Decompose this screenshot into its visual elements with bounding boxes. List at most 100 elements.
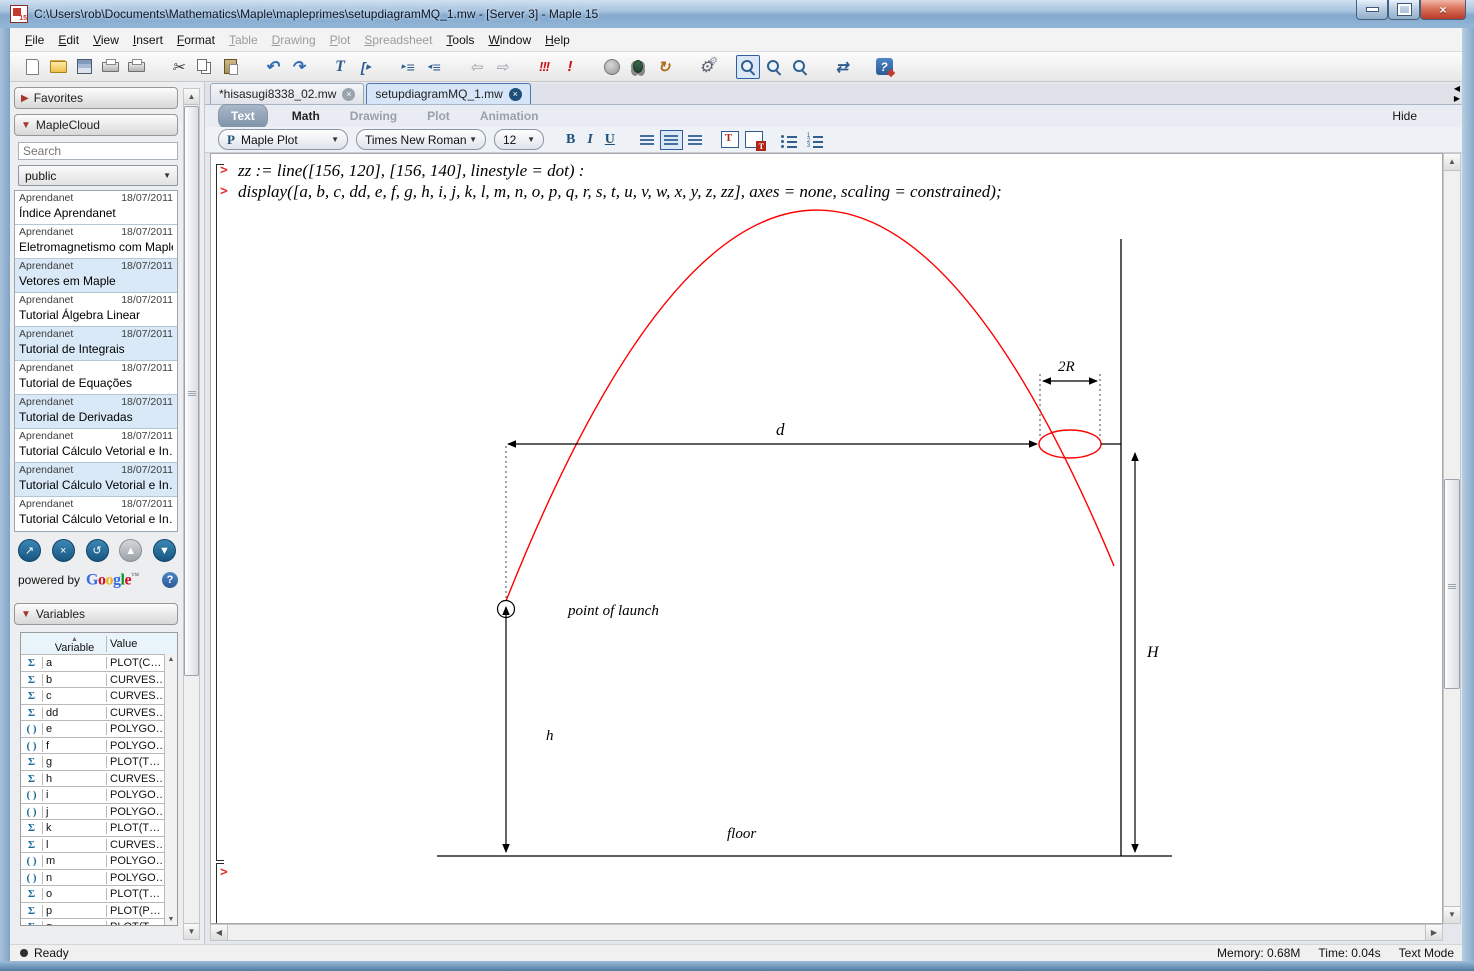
insert-math-button[interactable] bbox=[354, 55, 378, 79]
variable-row[interactable]: ΣcCURVES… bbox=[21, 688, 177, 705]
zoom-100-button[interactable] bbox=[736, 55, 760, 79]
align-right-button[interactable] bbox=[685, 131, 706, 149]
refresh-button[interactable]: ↺ bbox=[86, 539, 109, 562]
forward-button[interactable] bbox=[490, 55, 514, 79]
save-button[interactable] bbox=[72, 55, 96, 79]
font-color-button[interactable] bbox=[721, 131, 739, 148]
zoom-in-button[interactable] bbox=[762, 55, 786, 79]
menu-file[interactable]: File bbox=[18, 30, 51, 50]
highlight-color-button[interactable] bbox=[745, 131, 763, 148]
variable-row[interactable]: ΣddCURVES… bbox=[21, 705, 177, 722]
variable-row[interactable]: ( )nPOLYGO… bbox=[21, 870, 177, 887]
execute-button[interactable] bbox=[558, 55, 582, 79]
close-tab-icon[interactable]: × bbox=[342, 88, 355, 101]
close-tab-icon[interactable]: × bbox=[509, 88, 522, 101]
menu-edit[interactable]: Edit bbox=[51, 30, 86, 50]
undo-button[interactable] bbox=[260, 55, 284, 79]
copy-button[interactable] bbox=[192, 55, 216, 79]
restart-button[interactable] bbox=[652, 55, 676, 79]
upload-button[interactable]: ↗ bbox=[18, 539, 41, 562]
mode-text[interactable]: Text bbox=[218, 104, 268, 129]
menu-view[interactable]: View bbox=[86, 30, 126, 50]
variable-row[interactable]: ( )iPOLYGO… bbox=[21, 787, 177, 804]
bold-button[interactable]: B bbox=[566, 132, 575, 148]
list-item[interactable]: Aprendanet18/07/2011Índice Aprendanet bbox=[15, 191, 177, 225]
menu-tools[interactable]: Tools bbox=[439, 30, 481, 50]
list-item[interactable]: Aprendanet18/07/2011Tutorial Cálculo Vet… bbox=[15, 463, 177, 497]
variable-row[interactable]: ΣlCURVES… bbox=[21, 837, 177, 854]
list-item[interactable]: Aprendanet18/07/2011Eletromagnetismo com… bbox=[15, 225, 177, 259]
tab-scroll-arrows[interactable]: ◀▶ bbox=[1454, 84, 1460, 104]
back-button[interactable] bbox=[464, 55, 488, 79]
size-dropdown[interactable]: 12 ▼ bbox=[494, 129, 544, 150]
sidebar-scrollbar[interactable]: ▲ ▼ bbox=[183, 88, 200, 940]
align-left-button[interactable] bbox=[637, 131, 658, 149]
list-item[interactable]: Aprendanet18/07/2011Vetores em Maple bbox=[15, 259, 177, 293]
print-preview-button[interactable] bbox=[124, 55, 148, 79]
font-dropdown[interactable]: Times New Roman ▼ bbox=[356, 129, 486, 150]
close-button[interactable]: × bbox=[1420, 0, 1466, 20]
scroll-up-icon[interactable]: ▲ bbox=[184, 89, 199, 105]
variable-row[interactable]: ΣkPLOT(T… bbox=[21, 820, 177, 837]
worksheet-vertical-scrollbar[interactable]: ▲ ▼ bbox=[1443, 153, 1461, 924]
variable-row[interactable]: ( )mPOLYGO… bbox=[21, 853, 177, 870]
redo-button[interactable] bbox=[286, 55, 310, 79]
scroll-up-icon[interactable]: ▲ bbox=[1444, 154, 1460, 171]
variable-row[interactable]: ΣgPLOT(T… bbox=[21, 754, 177, 771]
scroll-down-button[interactable]: ▼ bbox=[153, 539, 176, 562]
variable-row[interactable]: ( )jPOLYGO… bbox=[21, 804, 177, 821]
italic-button[interactable]: I bbox=[587, 132, 592, 148]
variable-row[interactable]: ΣpPLOT(P… bbox=[21, 903, 177, 920]
style-dropdown[interactable]: P Maple Plot ▼ bbox=[218, 129, 348, 150]
variable-row[interactable]: ( )fPOLYGO… bbox=[21, 738, 177, 755]
execute-all-button[interactable] bbox=[532, 55, 556, 79]
variable-row[interactable]: ΣoPLOT(T… bbox=[21, 886, 177, 903]
cut-button[interactable] bbox=[166, 55, 190, 79]
new-document-button[interactable] bbox=[20, 55, 44, 79]
scroll-down-icon[interactable]: ▼ bbox=[1444, 906, 1460, 923]
mode-math[interactable]: Math bbox=[292, 109, 320, 123]
list-item[interactable]: Aprendanet18/07/2011Tutorial Álgebra Lin… bbox=[15, 293, 177, 327]
worksheet-horizontal-scrollbar[interactable]: ◀ ▶ bbox=[210, 924, 1443, 941]
bullet-list-button[interactable] bbox=[780, 133, 798, 147]
scroll-up-button[interactable]: ▲ bbox=[119, 539, 142, 562]
scrollbar-thumb[interactable] bbox=[1444, 479, 1460, 689]
zoom-out-button[interactable] bbox=[788, 55, 812, 79]
outdent-button[interactable] bbox=[422, 55, 446, 79]
tab-setupdiagram[interactable]: setupdiagramMQ_1.mw× bbox=[366, 83, 530, 104]
underline-button[interactable]: U bbox=[605, 132, 615, 148]
tab-scroll-left-icon[interactable]: ◀ bbox=[1454, 84, 1460, 94]
debug-button[interactable] bbox=[626, 55, 650, 79]
list-item[interactable]: Aprendanet18/07/2011Tutorial Cálculo Vet… bbox=[15, 497, 177, 531]
variables-header[interactable]: ▼ Variables bbox=[14, 603, 178, 625]
list-item[interactable]: Aprendanet18/07/2011Tutorial de Derivada… bbox=[15, 395, 177, 429]
maplecloud-header[interactable]: ▼ MapleCloud bbox=[14, 114, 178, 136]
value-column-header[interactable]: Value bbox=[107, 638, 177, 650]
variable-row[interactable]: ΣqPLOT(T… bbox=[21, 919, 177, 926]
interrupt-button[interactable] bbox=[600, 55, 624, 79]
variable-row[interactable]: ( )ePOLYGO… bbox=[21, 721, 177, 738]
menu-window[interactable]: Window bbox=[481, 30, 538, 50]
numbered-list-button[interactable] bbox=[806, 133, 824, 147]
variable-row[interactable]: ΣaPLOT(C… bbox=[21, 655, 177, 672]
insert-text-button[interactable] bbox=[328, 55, 352, 79]
hide-palettes-button[interactable]: Hide bbox=[1392, 109, 1417, 123]
variable-column-header[interactable]: ▲Variable bbox=[43, 636, 107, 652]
minimize-button[interactable] bbox=[1356, 0, 1388, 20]
tab-hisasugi[interactable]: *hisasugi8338_02.mw× bbox=[210, 83, 364, 104]
toggle-tab-button[interactable] bbox=[830, 55, 854, 79]
paste-button[interactable] bbox=[218, 55, 242, 79]
scrollbar-thumb[interactable] bbox=[184, 106, 199, 676]
worksheet[interactable]: > zz := line([156, 120], [156, 140], lin… bbox=[210, 153, 1443, 924]
indent-button[interactable] bbox=[396, 55, 420, 79]
variables-table-scrollbar[interactable]: ▲▼ bbox=[164, 654, 177, 925]
tab-scroll-right-icon[interactable]: ▶ bbox=[1454, 94, 1460, 104]
align-center-button[interactable] bbox=[660, 130, 683, 150]
print-button[interactable] bbox=[98, 55, 122, 79]
menu-insert[interactable]: Insert bbox=[126, 30, 170, 50]
variable-row[interactable]: ΣhCURVES… bbox=[21, 771, 177, 788]
options-button[interactable] bbox=[694, 55, 718, 79]
maximize-button[interactable] bbox=[1388, 0, 1420, 20]
help-button[interactable] bbox=[872, 55, 896, 79]
cloud-group-select[interactable]: public ▼ bbox=[18, 165, 178, 186]
